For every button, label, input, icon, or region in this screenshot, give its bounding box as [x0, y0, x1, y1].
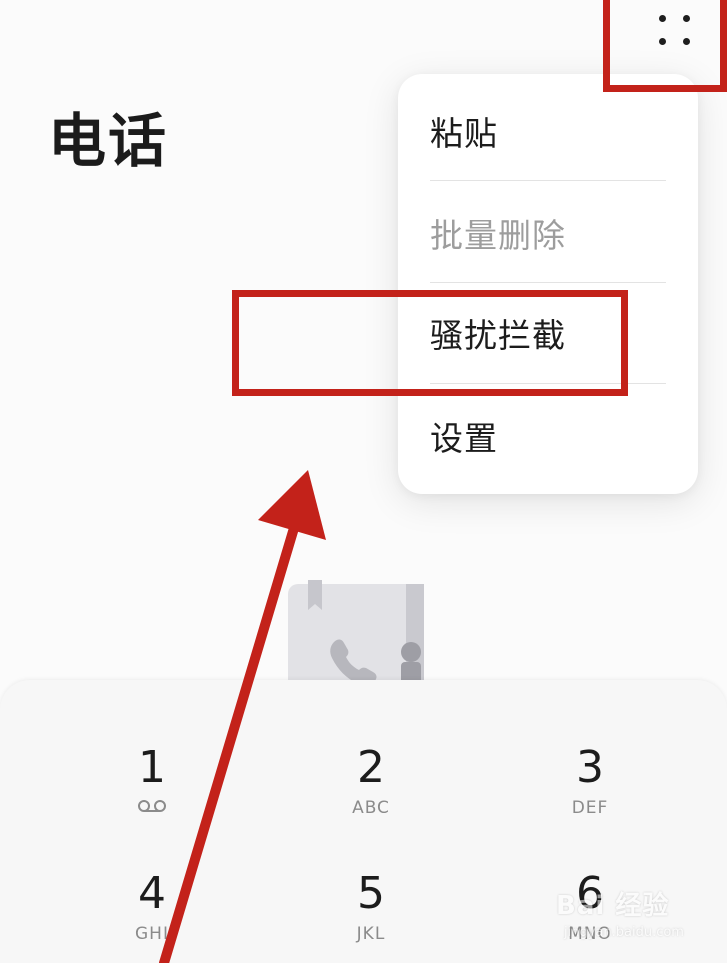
- key-letters: GHI: [135, 924, 169, 944]
- menu-item-settings[interactable]: 设置: [430, 385, 666, 487]
- menu-divider: [430, 180, 666, 181]
- menu-divider: [430, 383, 666, 384]
- key-4[interactable]: 4 GHI: [62, 868, 242, 963]
- watermark: Bai 经验 jingyan.baidu.com: [556, 885, 706, 955]
- menu-item-label: 批量删除: [430, 216, 566, 255]
- menu-item-harassment-block[interactable]: 骚扰拦截: [430, 282, 666, 384]
- key-3[interactable]: 3 DEF: [500, 742, 680, 852]
- voicemail-icon: [62, 798, 242, 818]
- key-letters: ABC: [352, 798, 390, 818]
- watermark-sub: jingyan.baidu.com: [564, 925, 684, 940]
- overflow-menu: 粘贴 批量删除 骚扰拦截 设置: [398, 74, 698, 494]
- key-1[interactable]: 1: [62, 742, 242, 852]
- menu-item-label: 粘贴: [430, 114, 498, 153]
- menu-item-paste[interactable]: 粘贴: [430, 80, 666, 182]
- more-options-button[interactable]: [645, 8, 705, 52]
- key-letters: JKL: [356, 924, 386, 944]
- key-letters: DEF: [571, 798, 609, 818]
- more-options-dot: [683, 15, 690, 22]
- contacts-book-phone-icon: [288, 580, 426, 694]
- key-digit: 4: [138, 868, 166, 919]
- menu-item-batch-delete[interactable]: 批量删除: [430, 182, 666, 284]
- more-options-dot: [659, 38, 666, 45]
- menu-item-label: 骚扰拦截: [430, 316, 566, 355]
- key-digit: 3: [576, 742, 604, 793]
- key-2[interactable]: 2 ABC: [281, 742, 461, 852]
- phone-app-screen: 电话 粘贴 批量删除 骚扰拦截 设置 1 2 ABC 3 DEF 4 GHI 5…: [0, 0, 727, 963]
- more-options-dot: [659, 15, 666, 22]
- page-title: 电话: [48, 107, 169, 175]
- key-digit: 5: [357, 868, 385, 919]
- key-5[interactable]: 5 JKL: [281, 868, 461, 963]
- more-options-dot: [683, 38, 690, 45]
- menu-item-label: 设置: [430, 419, 498, 458]
- key-digit: 1: [138, 742, 166, 793]
- key-digit: 2: [357, 742, 385, 793]
- watermark-text: Bai 经验: [556, 891, 670, 921]
